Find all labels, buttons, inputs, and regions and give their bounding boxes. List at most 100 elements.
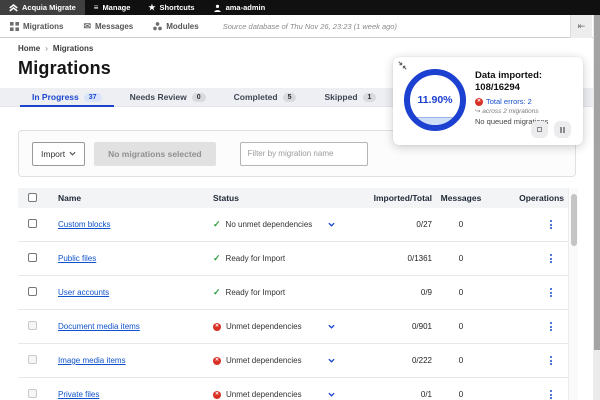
table-scrollbar-thumb[interactable] (571, 194, 577, 246)
imported-total-value: 0/9 (420, 288, 432, 297)
tab-label: Skipped (324, 92, 358, 102)
table-row: Image media items ✕ Unmet dependencies 0… (18, 344, 568, 378)
messages-count: 0 (458, 254, 464, 263)
breadcrumb-current: Migrations (52, 44, 94, 53)
acquia-chevrons-icon (9, 3, 18, 12)
status-expand-chevron-icon[interactable] (328, 324, 335, 329)
row-checkbox[interactable] (28, 355, 37, 364)
tab-label: In Progress (32, 92, 79, 102)
row-operations-menu-icon[interactable] (550, 356, 552, 365)
chevron-down-icon (69, 151, 76, 156)
tab-count-badge: 0 (191, 92, 206, 102)
migration-name-link[interactable]: Document media items (58, 322, 140, 331)
messages-nav-label: Messages (95, 21, 134, 31)
status-label: Unmet dependencies (226, 356, 302, 365)
table-row: Public files ✓ Ready for Import 0/1361 0 (18, 242, 568, 276)
toolbar-collapse-button[interactable]: ⇤ (570, 14, 592, 38)
status-ok-icon: ✓ (213, 219, 221, 229)
collapse-left-icon: ⇤ (577, 20, 586, 31)
reply-arrow-icon: ↪ (475, 108, 481, 115)
imported-total-value: 0/222 (411, 356, 432, 365)
imported-total-value: 0/1361 (407, 254, 432, 263)
row-operations-menu-icon[interactable] (550, 322, 552, 331)
envelope-icon: ✉ (83, 20, 91, 31)
tab-label: Needs Review (129, 92, 187, 102)
tab[interactable]: Completed 5 (220, 88, 311, 106)
table-row: Document media items ✕ Unmet dependencie… (18, 310, 568, 344)
imported-total-value: 0/27 (416, 220, 432, 229)
status-expand-chevron-icon[interactable] (328, 392, 335, 397)
stop-import-button[interactable] (531, 121, 548, 138)
migration-name-link[interactable]: Image media items (58, 356, 126, 365)
collapse-card-icon[interactable] (398, 61, 407, 70)
row-checkbox[interactable] (28, 389, 37, 398)
migrations-nav-item[interactable]: Migrations (0, 15, 73, 37)
migration-filter-input[interactable] (239, 141, 368, 166)
breadcrumb-home-link[interactable]: Home (18, 44, 40, 53)
status-ok-icon: ✓ (213, 253, 221, 263)
status-label: Unmet dependencies (226, 322, 302, 331)
header-messages: Messages (440, 193, 482, 203)
import-progress-card: 11.90% Data imported: 108/16294 ✕ Total … (393, 57, 583, 145)
breadcrumb: Home › Migrations (18, 44, 600, 53)
admin-toolbar: Acquia Migrate ≡ Manage ★ Shortcuts ama-… (0, 0, 600, 15)
row-checkbox[interactable] (28, 253, 37, 262)
grid-icon (10, 21, 19, 31)
total-errors-link[interactable]: Total errors: 2 (486, 97, 532, 106)
migration-name-link[interactable]: User accounts (58, 288, 109, 297)
messages-count: 0 (458, 390, 464, 399)
table-scrollbar[interactable] (568, 188, 578, 400)
progress-card-body: Data imported: 108/16294 ✕ Total errors:… (475, 70, 579, 126)
import-dropdown-button[interactable]: Import (32, 141, 86, 166)
status-error-icon: ✕ (213, 356, 221, 365)
header-imported-total: Imported/Total (373, 193, 432, 203)
breadcrumb-separator: › (45, 44, 48, 53)
status-label: Unmet dependencies (226, 390, 302, 399)
status-expand-chevron-icon[interactable] (328, 222, 335, 227)
status-label: Ready for Import (225, 254, 286, 263)
messages-count: 0 (458, 356, 464, 365)
migration-name-link[interactable]: Private files (58, 390, 99, 399)
data-imported-value: 108/16294 (475, 82, 520, 93)
messages-count: 0 (458, 288, 464, 297)
modules-icon (153, 21, 163, 30)
messages-count: 0 (458, 220, 464, 229)
row-checkbox[interactable] (28, 287, 37, 296)
errors-scope: ↪ across 2 migrations (475, 107, 579, 115)
row-operations-menu-icon[interactable] (550, 254, 552, 263)
row-checkbox[interactable] (28, 219, 37, 228)
modules-nav-item[interactable]: Modules (143, 15, 208, 37)
error-badge-icon: ✕ (475, 97, 483, 106)
errors-scope-text: across 2 migrations (482, 108, 539, 115)
source-database-note: Source database of Thu Nov 26, 23:23 (1 … (222, 21, 397, 31)
acquia-migrate-logo[interactable]: Acquia Migrate (0, 0, 85, 15)
pause-import-button[interactable] (554, 121, 571, 138)
tab[interactable]: Skipped 1 (310, 88, 390, 106)
tab-label: Completed (233, 92, 278, 102)
window-scrollbar[interactable] (593, 15, 600, 400)
user-account-menu[interactable]: ama-admin (204, 0, 275, 15)
row-operations-menu-icon[interactable] (550, 288, 552, 297)
row-checkbox[interactable] (28, 321, 37, 330)
messages-nav-item[interactable]: ✉ Messages (73, 15, 143, 37)
status-expand-chevron-icon[interactable] (328, 358, 335, 363)
migration-name-link[interactable]: Custom blocks (58, 220, 110, 229)
manage-menu[interactable]: ≡ Manage (85, 0, 140, 15)
status-label: No unmet dependencies (225, 220, 313, 229)
logo-label: Acquia Migrate (22, 3, 76, 12)
import-label: Import (41, 148, 66, 159)
window-scrollbar-thumb[interactable] (593, 15, 600, 350)
imported-total-value: 0/1 (420, 390, 432, 399)
pause-icon (560, 126, 565, 133)
row-operations-menu-icon[interactable] (550, 390, 552, 399)
tab[interactable]: In Progress 37 (18, 88, 116, 107)
star-icon: ★ (148, 2, 156, 12)
migration-name-link[interactable]: Public files (58, 254, 96, 263)
row-operations-menu-icon[interactable] (550, 220, 552, 229)
select-all-checkbox[interactable] (28, 192, 37, 202)
progress-percent: 11.90% (417, 94, 453, 106)
migrations-nav-label: Migrations (23, 21, 64, 31)
tab[interactable]: Needs Review 0 (116, 88, 220, 106)
table-row: Private files ✕ Unmet dependencies 0/1 0 (18, 378, 568, 400)
shortcuts-menu[interactable]: ★ Shortcuts (139, 0, 203, 15)
